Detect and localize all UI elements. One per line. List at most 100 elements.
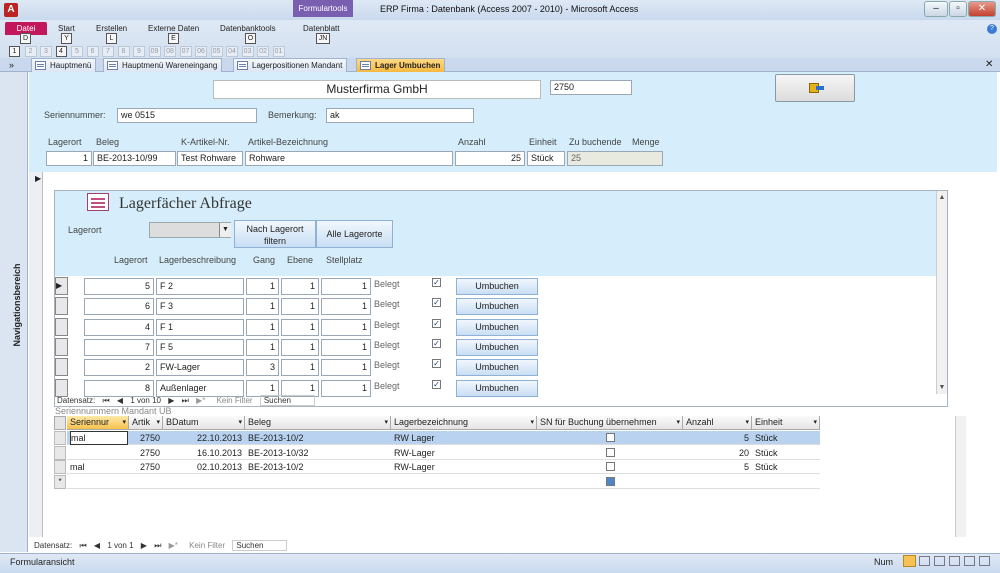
- row-selector[interactable]: [55, 317, 68, 336]
- design-view-icon[interactable]: [979, 556, 990, 566]
- datasheet-cell[interactable]: Stück: [755, 460, 817, 474]
- umbuchen-button[interactable]: Umbuchen: [456, 359, 538, 377]
- layout-view-icon[interactable]: [964, 556, 975, 566]
- new-record-icon[interactable]: ▶*: [169, 541, 178, 550]
- umbuchen-button[interactable]: Umbuchen: [456, 278, 538, 295]
- datasheet-cell[interactable]: RW-Lager: [394, 460, 534, 474]
- sn-uebernehmen-checkbox[interactable]: [606, 447, 615, 457]
- next-record-icon[interactable]: ▶: [141, 541, 147, 550]
- next-record-icon[interactable]: ▶: [168, 396, 174, 405]
- datasheet-cell[interactable]: 5: [686, 460, 749, 474]
- search-field[interactable]: Suchen: [232, 540, 288, 551]
- col-sn-uebernehmen[interactable]: SN für Buchung übernehmen ▾: [537, 416, 683, 430]
- row-selector[interactable]: [55, 378, 68, 397]
- gang-cell[interactable]: 1: [246, 338, 279, 356]
- beschreibung-cell[interactable]: F 2: [156, 278, 244, 295]
- datasheet-cell[interactable]: 22.10.2013: [166, 431, 242, 445]
- lagerort-cell[interactable]: 4: [84, 318, 154, 336]
- pivottable-view-icon[interactable]: [934, 556, 945, 566]
- all-lagerorte-button[interactable]: Alle Lagerorte: [316, 220, 393, 248]
- datasheet-cell[interactable]: RW Lager: [394, 431, 534, 445]
- pivotchart-view-icon[interactable]: [949, 556, 960, 566]
- kartikel-field[interactable]: Test Rohware: [177, 151, 243, 166]
- datasheet-cell[interactable]: 2750: [132, 460, 160, 474]
- bezeichnung-field[interactable]: Rohware: [245, 151, 453, 166]
- filter-status[interactable]: Kein Filter: [189, 541, 225, 550]
- filter-status[interactable]: Kein Filter: [217, 396, 253, 405]
- umbuchen-button[interactable]: Umbuchen: [456, 298, 538, 316]
- search-field[interactable]: Suchen: [259, 395, 315, 406]
- ebene-cell[interactable]: 1: [281, 298, 319, 316]
- datasheet-cell[interactable]: 5: [686, 431, 749, 445]
- sn-uebernehmen-checkbox[interactable]: [606, 433, 615, 442]
- belegt-checkbox[interactable]: ✓: [432, 318, 441, 328]
- remark-field[interactable]: ak: [326, 108, 474, 123]
- datasheet-cell[interactable]: 20: [686, 446, 749, 460]
- belegt-checkbox[interactable]: ✓: [432, 359, 441, 369]
- gang-cell[interactable]: 1: [246, 379, 279, 397]
- sort-filter-icon[interactable]: ▾: [122, 416, 126, 429]
- datasheet-cell[interactable]: Stück: [755, 446, 817, 460]
- datasheet-cell[interactable]: [70, 446, 126, 460]
- last-record-icon[interactable]: ⏭: [182, 396, 189, 406]
- prev-record-icon[interactable]: ◀: [117, 396, 123, 405]
- stellplatz-cell[interactable]: 1: [321, 338, 371, 356]
- sort-filter-icon[interactable]: ▾: [238, 416, 242, 429]
- beleg-field[interactable]: BE-2013-10/99: [93, 151, 176, 166]
- col-artikel[interactable]: Artik ▾: [129, 416, 163, 430]
- maximize-button[interactable]: ▫: [949, 1, 967, 17]
- datasheet-cell[interactable]: BE-2013-10/2: [248, 460, 388, 474]
- datasheet-scrollbar[interactable]: [955, 416, 966, 537]
- belegt-checkbox[interactable]: ✓: [432, 379, 441, 389]
- col-einheit[interactable]: Einheit ▾: [752, 416, 820, 430]
- datasheet-cell[interactable]: 02.10.2013: [166, 460, 242, 474]
- scroll-up-icon[interactable]: ▲: [937, 193, 947, 203]
- close-document-icon[interactable]: ✕: [985, 59, 993, 70]
- ebene-cell[interactable]: 1: [281, 278, 319, 295]
- sort-filter-icon[interactable]: ▾: [530, 416, 534, 429]
- form-view-icon[interactable]: [903, 555, 916, 567]
- minimize-button[interactable]: –: [924, 1, 948, 17]
- col-beleg[interactable]: Beleg ▾: [245, 416, 391, 430]
- col-anzahl[interactable]: Anzahl ▾: [683, 416, 752, 430]
- datasheet-cell[interactable]: BE-2013-10/2: [248, 431, 388, 445]
- record-selector[interactable]: [29, 172, 43, 537]
- tab-start[interactable]: Start: [58, 24, 75, 33]
- sort-filter-icon[interactable]: ▾: [813, 416, 817, 429]
- company-name-field[interactable]: Musterfirma GmbH: [213, 80, 541, 99]
- first-record-icon[interactable]: ⏮: [102, 396, 109, 406]
- datasheet-row-selector[interactable]: [54, 431, 66, 445]
- sort-filter-icon[interactable]: ▾: [384, 416, 388, 429]
- new-row-checkbox[interactable]: [606, 476, 615, 486]
- exit-button[interactable]: [775, 74, 855, 102]
- col-seriennummer[interactable]: Seriennur ▾: [67, 416, 129, 430]
- row-selector[interactable]: [55, 297, 68, 316]
- datasheet-cell[interactable]: 2750: [132, 446, 160, 460]
- ebene-cell[interactable]: 1: [281, 359, 319, 377]
- beschreibung-cell[interactable]: F 1: [156, 318, 244, 336]
- new-record-row[interactable]: [67, 475, 820, 489]
- datasheet-cell[interactable]: 2750: [132, 431, 160, 445]
- lagerort-cell[interactable]: 5: [84, 278, 154, 295]
- last-record-icon[interactable]: ⏭: [154, 541, 161, 551]
- col-bdatum[interactable]: BDatum ▾: [163, 416, 245, 430]
- serial-number-field[interactable]: we 0515: [117, 108, 257, 123]
- sort-filter-icon[interactable]: ▾: [745, 416, 749, 429]
- stellplatz-cell[interactable]: 1: [321, 298, 371, 316]
- row-selector[interactable]: ▶: [55, 277, 68, 295]
- lagerort-cell[interactable]: 7: [84, 338, 154, 356]
- help-icon[interactable]: ?: [987, 24, 997, 34]
- scroll-down-icon[interactable]: ▼: [937, 383, 947, 393]
- stellplatz-cell[interactable]: 1: [321, 278, 371, 295]
- sn-uebernehmen-checkbox[interactable]: [606, 462, 615, 471]
- doc-tab-lager-umbuchen[interactable]: Lager Umbuchen: [356, 58, 446, 72]
- beschreibung-cell[interactable]: F 3: [156, 298, 244, 316]
- gang-cell[interactable]: 1: [246, 278, 279, 295]
- tab-erstellen[interactable]: Erstellen: [96, 24, 127, 33]
- datasheet-row-selector[interactable]: [54, 460, 66, 474]
- stellplatz-cell[interactable]: 1: [321, 359, 371, 377]
- umbuchen-button[interactable]: Umbuchen: [456, 318, 538, 336]
- tab-datenblatt[interactable]: Datenblatt: [303, 24, 339, 33]
- tab-datenbanktools[interactable]: Datenbanktools: [220, 24, 276, 33]
- lagerfaecher-scrollbar[interactable]: [936, 191, 947, 394]
